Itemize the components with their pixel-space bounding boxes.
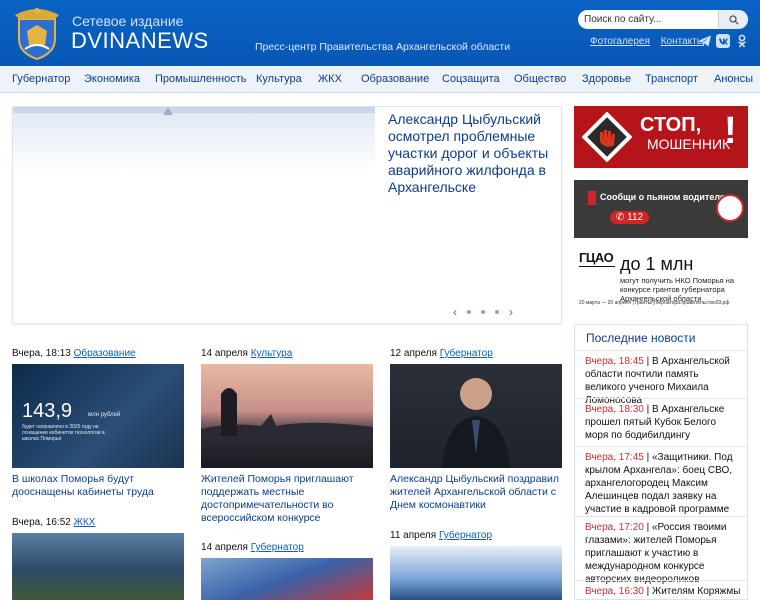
card-image[interactable]: 143,9 млн рублей будет направлено в 2025… bbox=[12, 364, 184, 468]
card-category[interactable]: ЖКХ bbox=[74, 517, 96, 528]
card-image[interactable] bbox=[390, 364, 562, 468]
list-item[interactable]: Вчера, 17:20 | «Россия твоими глазами»: … bbox=[575, 516, 747, 586]
news-slider: Александр Цыбульский осмотрел проблемные… bbox=[12, 106, 562, 324]
no-alcohol-icon bbox=[716, 194, 744, 222]
slide-photo bbox=[13, 107, 375, 115]
nav-item-industry[interactable]: Промышленность bbox=[155, 73, 247, 85]
list-item[interactable]: Вчера, 17:45 | «Защитники. Под крылом Ар… bbox=[575, 446, 747, 516]
card-category[interactable]: Культура bbox=[251, 348, 293, 359]
nav-item-governor[interactable]: Губернатор bbox=[12, 73, 70, 85]
card-category[interactable]: Образование bbox=[74, 348, 136, 359]
drunk-driver-text: Сообщи о пьяном водителе bbox=[600, 192, 725, 202]
grant-amount: до 1 млн bbox=[620, 254, 694, 274]
card-image[interactable] bbox=[201, 558, 373, 600]
news-time: Вчера, 18:45 bbox=[585, 356, 644, 367]
ok-icon[interactable] bbox=[735, 34, 749, 48]
card-image-unit: млн рублей bbox=[88, 412, 121, 418]
stop-fraud-subtitle: МОШЕННИК bbox=[647, 136, 731, 152]
stop-fraud-title: СТОП, bbox=[640, 114, 702, 136]
slider-dot[interactable] bbox=[495, 310, 499, 314]
search-button[interactable] bbox=[718, 10, 748, 29]
card-image-number: 143,9 bbox=[22, 400, 73, 422]
slider-next-button[interactable]: › bbox=[509, 305, 513, 319]
latest-news-title: Последние новости bbox=[586, 331, 696, 345]
card-meta: Вчера, 16:52 ЖКХ bbox=[12, 517, 95, 528]
search-box bbox=[578, 10, 748, 29]
search-icon bbox=[728, 14, 739, 25]
news-time: Вчера, 18:30 bbox=[585, 404, 644, 415]
main-nav: Губернатор Экономика Промышленность Куль… bbox=[0, 66, 760, 93]
site-subtitle: Сетевое издание bbox=[72, 13, 184, 29]
nav-item-housing[interactable]: ЖКХ bbox=[318, 73, 342, 85]
card-category[interactable]: Губернатор bbox=[439, 530, 492, 541]
card-title[interactable]: Александр Цыбульский поздравил жителей А… bbox=[390, 473, 562, 512]
emergency-number-value: 112 bbox=[627, 212, 644, 223]
nav-item-culture[interactable]: Культура bbox=[256, 73, 302, 85]
card-meta: 14 апреля Культура bbox=[201, 348, 292, 359]
nav-item-economy[interactable]: Экономика bbox=[84, 73, 140, 85]
stop-fraud-exclamation: ! bbox=[724, 110, 737, 152]
card-date: 11 апреля bbox=[390, 530, 437, 541]
nav-item-education[interactable]: Образование bbox=[361, 73, 429, 85]
card-meta: 11 апреля Губернатор bbox=[390, 530, 492, 541]
news-time: Вчера, 17:20 bbox=[585, 522, 644, 533]
stop-fraud-banner[interactable]: СТОП, МОШЕННИК ! bbox=[574, 106, 748, 168]
news-text[interactable]: Жителям Коряжмы bbox=[652, 586, 740, 597]
card-date: Вчера, 18:13 bbox=[12, 348, 71, 359]
card-photo bbox=[442, 378, 510, 468]
hand-stop-icon bbox=[582, 112, 632, 162]
grant-logo: ГЦАО bbox=[579, 250, 614, 265]
photo-gallery-link[interactable]: Фотогалерея bbox=[590, 36, 650, 47]
alert-icon bbox=[588, 191, 596, 205]
card-date: Вчера, 16:52 bbox=[12, 517, 71, 528]
card-category[interactable]: Губернатор bbox=[251, 542, 304, 553]
site-title[interactable]: DVINANEWS bbox=[71, 28, 209, 54]
card-date: 12 апреля bbox=[390, 348, 437, 359]
grant-logo-caption bbox=[579, 266, 615, 294]
card-title[interactable]: В школах Поморья будут дооснащены кабине… bbox=[12, 473, 184, 499]
slider-prev-button[interactable]: ‹ bbox=[453, 305, 457, 319]
card-date: 14 апреля bbox=[201, 542, 248, 553]
nav-item-announcements[interactable]: Анонсы bbox=[714, 73, 753, 85]
card-photo bbox=[201, 388, 373, 436]
news-time: Вчера, 17:45 bbox=[585, 452, 644, 463]
card-meta: 14 апреля Губернатор bbox=[201, 542, 304, 553]
emergency-number: ✆ 112 bbox=[610, 211, 650, 224]
card-title[interactable]: Жителей Поморья приглашают поддержать ме… bbox=[201, 473, 373, 525]
vk-icon[interactable] bbox=[716, 34, 730, 48]
nav-item-health[interactable]: Здоровье bbox=[582, 73, 631, 85]
card-image[interactable] bbox=[201, 364, 373, 468]
card-category[interactable]: Губернатор bbox=[440, 348, 493, 359]
press-center-label: Пресс-центр Правительства Архангельской … bbox=[255, 41, 511, 53]
news-time: Вчера, 16:30 bbox=[585, 586, 644, 597]
slider-dot[interactable] bbox=[467, 310, 471, 314]
top-links: Фотогалерея Контакты bbox=[590, 36, 712, 47]
list-item[interactable]: Вчера, 18:30 | В Архангельске прошел пят… bbox=[575, 398, 747, 446]
card-image-caption: будет направлено в 2025 году на оснащени… bbox=[22, 424, 105, 442]
telegram-icon[interactable] bbox=[698, 34, 712, 48]
site-header: Сетевое издание DVINANEWS Пресс-центр Пр… bbox=[0, 0, 760, 66]
grant-banner[interactable]: ГЦАО до 1 млн могут получить НКО Поморья… bbox=[574, 248, 748, 310]
drunk-driver-banner[interactable]: Сообщи о пьяном водителе ✆ 112 bbox=[574, 180, 748, 238]
latest-news-panel: Последние новости Вчера, 18:45 | В Архан… bbox=[574, 324, 748, 600]
nav-item-society[interactable]: Общество bbox=[514, 73, 566, 85]
grant-footer: 20 марта — 20 апреля | грантыгубернатора… bbox=[579, 300, 730, 306]
slider-dots: ‹ › bbox=[453, 305, 513, 319]
slider-dot[interactable] bbox=[481, 310, 485, 314]
nav-item-transport[interactable]: Транспорт bbox=[645, 73, 698, 85]
search-input[interactable] bbox=[584, 12, 714, 27]
phone-icon: ✆ bbox=[616, 212, 628, 223]
slide-image[interactable] bbox=[13, 107, 375, 323]
grant-description: могут получить НКО Поморья на конкурсе г… bbox=[620, 276, 735, 303]
nav-item-social[interactable]: Соцзащита bbox=[442, 73, 500, 85]
coat-of-arms-icon[interactable] bbox=[11, 5, 63, 60]
list-item[interactable]: Вчера, 16:30 | Жителям Коряжмы bbox=[575, 580, 747, 600]
list-item[interactable]: Вчера, 18:45 | В Архангельской области п… bbox=[575, 350, 747, 406]
card-image[interactable] bbox=[12, 533, 184, 600]
card-meta: 12 апреля Губернатор bbox=[390, 348, 493, 359]
card-image[interactable] bbox=[390, 546, 562, 600]
card-date: 14 апреля bbox=[201, 348, 248, 359]
card-meta: Вчера, 18:13 Образование bbox=[12, 348, 136, 359]
slide-title[interactable]: Александр Цыбульский осмотрел проблемные… bbox=[388, 111, 556, 196]
